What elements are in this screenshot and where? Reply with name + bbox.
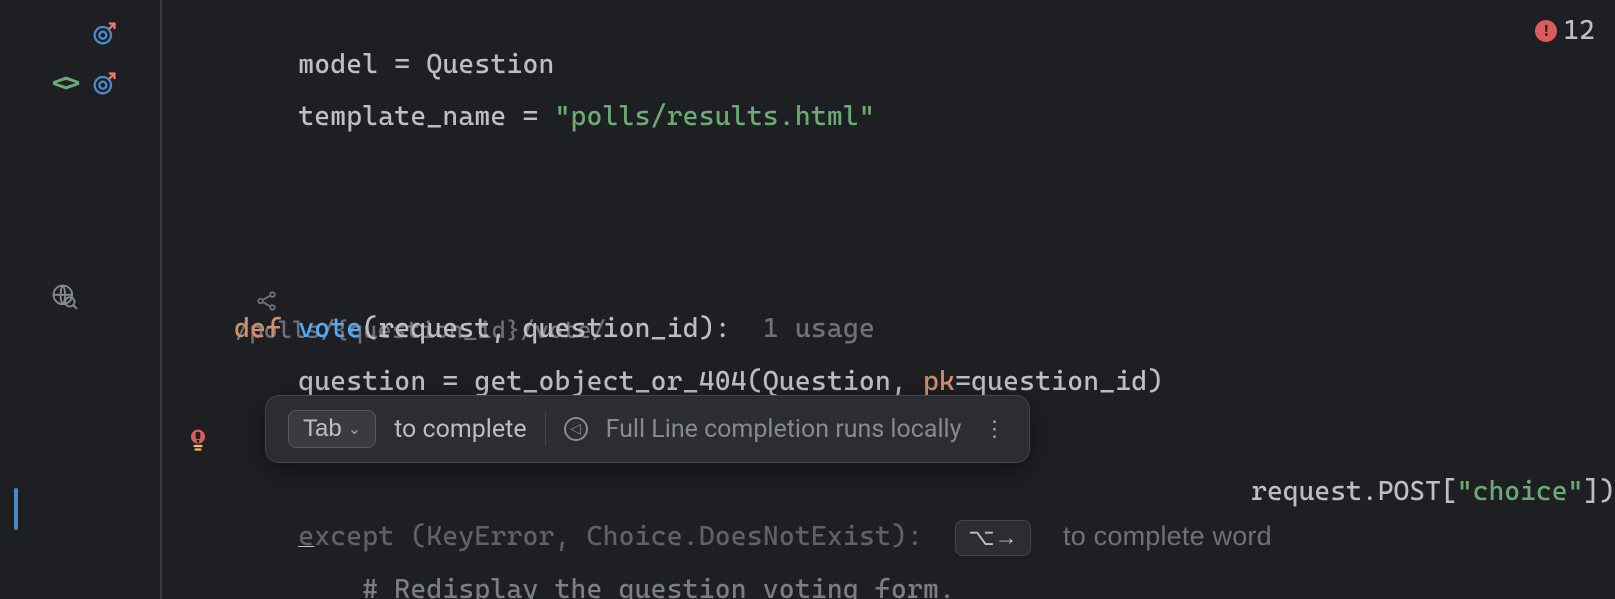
popup-info-text: Full Line completion runs locally [606,415,962,444]
intention-bulb-icon[interactable] [184,425,212,459]
globe-search-icon[interactable] [50,282,78,310]
chevron-down-icon[interactable]: ⌄ [348,419,361,439]
key-label: Tab [303,415,342,443]
shortcut-key: ⌥→ [955,520,1031,556]
gutter-border [160,0,162,599]
completion-hint-popup: Tab ⌄ to complete ◁ Full Line completion… [265,395,1030,463]
code-line: # Redisplay the question voting form. [170,543,955,599]
code-line-fragment: request.POST["choice"]) [1219,445,1615,507]
caret-line-indicator [14,488,18,530]
more-menu-icon[interactable]: ⋮ [979,417,1007,442]
local-completion-icon: ◁ [564,417,588,441]
code-editor[interactable]: model = Question template_name = "polls/… [170,0,1615,599]
target-arrow-icon[interactable] [90,70,118,98]
editor-gutter: <> [0,0,160,599]
tab-key[interactable]: Tab ⌄ [288,410,376,448]
code-line: template_name = "polls/results.html" [170,70,875,163]
popup-action-text: to complete [394,415,526,444]
angle-brackets-icon[interactable]: <> [52,70,80,98]
complete-word-hint: to complete word [1063,521,1272,551]
target-arrow-icon[interactable] [90,20,118,48]
separator [545,412,546,446]
